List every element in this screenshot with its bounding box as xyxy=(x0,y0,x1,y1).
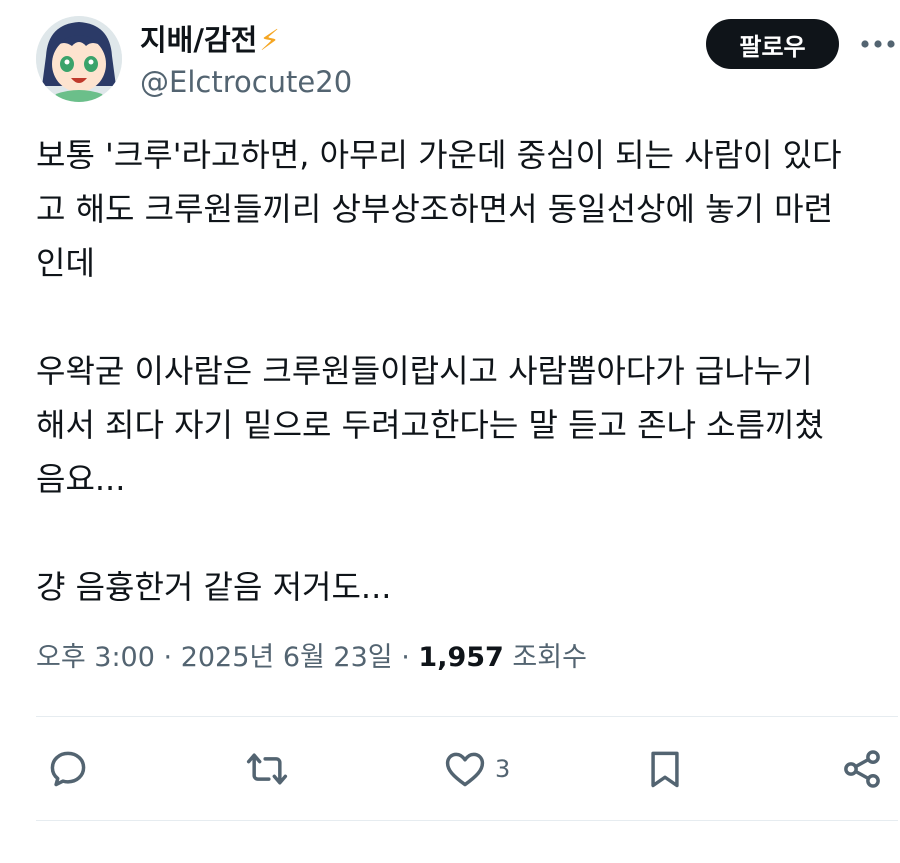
repost-icon xyxy=(246,753,288,785)
bookmark-icon xyxy=(651,751,679,788)
meta-separator: · xyxy=(401,642,410,673)
more-button[interactable] xyxy=(858,28,898,60)
reply-button[interactable] xyxy=(46,745,90,793)
display-name-text: 지배/감전 xyxy=(140,23,258,57)
tweet-paragraph-spacer xyxy=(36,506,892,560)
views-count: 1,957 xyxy=(418,642,504,673)
like-count: 3 xyxy=(495,755,511,783)
tweet-paragraph-3: 걍 음흉한거 같음 저거도... xyxy=(36,568,392,606)
action-bar: 3 xyxy=(0,735,900,805)
tweet-date[interactable]: 2025년 6월 23일 xyxy=(181,642,393,673)
follow-button[interactable]: 팔로우 xyxy=(706,19,839,69)
share-button[interactable] xyxy=(840,745,884,793)
lightning-bolt-icon: ⚡ xyxy=(259,23,280,57)
author-display-name[interactable]: 지배/감전⚡ xyxy=(140,22,352,58)
tweet-meta: 오후 3:00 · 2025년 6월 23일 · 1,957 조회수 xyxy=(36,638,587,678)
author-names: 지배/감전⚡ @Elctrocute20 xyxy=(140,22,352,100)
bookmark-button[interactable] xyxy=(643,745,687,793)
tweet-time[interactable]: 오후 3:00 xyxy=(36,642,155,673)
divider xyxy=(36,716,898,717)
avatar[interactable] xyxy=(36,16,122,102)
tweet-text: 보통 '크루'라고하면, 아무리 가운데 중심이 되는 사람이 있다 고 해도 … xyxy=(36,128,892,614)
heart-icon xyxy=(445,752,485,787)
views-label: 조회수 xyxy=(512,642,587,673)
repost-button[interactable] xyxy=(245,745,289,793)
divider xyxy=(36,820,898,821)
tweet-paragraph-1: 보통 '크루'라고하면, 아무리 가운데 중심이 되는 사람이 있다 고 해도 … xyxy=(36,136,842,282)
avatar-image xyxy=(36,16,122,102)
tweet-paragraph-2: 우왁굳 이사람은 크루원들이랍시고 사람뽑아다가 급나누기 해서 죄다 자기 밑… xyxy=(36,352,824,498)
reply-icon xyxy=(50,751,86,787)
tweet-header: 지배/감전⚡ @Elctrocute20 팔로우 xyxy=(36,16,895,108)
meta-separator: · xyxy=(163,642,173,673)
tweet-paragraph-spacer xyxy=(36,290,892,344)
more-horizontal-icon xyxy=(861,40,895,48)
like-button[interactable]: 3 xyxy=(443,745,510,793)
author-handle[interactable]: @Elctrocute20 xyxy=(140,64,352,100)
share-icon xyxy=(844,750,880,788)
